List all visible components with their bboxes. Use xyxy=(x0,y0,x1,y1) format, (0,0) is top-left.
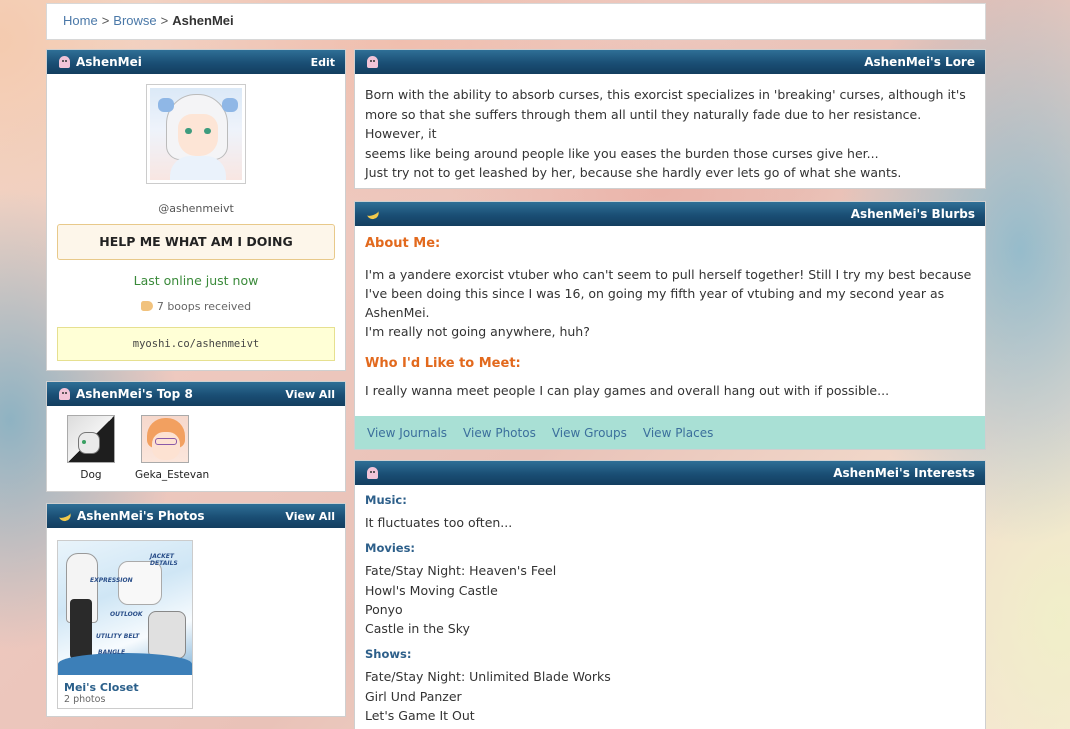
friend-item[interactable]: Dog xyxy=(61,415,121,481)
friend-name: Dog xyxy=(80,469,102,481)
interests-body: Music: It fluctuates too often... Movies… xyxy=(355,485,985,725)
ghost-icon xyxy=(59,388,70,400)
album-count: 2 photos xyxy=(64,694,106,705)
interests-header: AshenMei's Interests xyxy=(355,461,985,485)
profile-card: AshenMei Edit @ashenmeivt HELP ME WHAT A… xyxy=(46,49,346,371)
photo-album[interactable]: JACKET DETAILS EXPRESSION OUTLOOK UTILIT… xyxy=(57,540,193,709)
about-me-text: I'm a yandere exorcist vtuber who can't … xyxy=(365,267,972,339)
breadcrumb-separator: > xyxy=(101,13,110,28)
friend-item[interactable]: Geka_Estevan xyxy=(135,415,210,481)
interests-title: AshenMei's Interests xyxy=(833,466,975,480)
last-online-status: Last online just now xyxy=(133,273,259,288)
breadcrumb-browse-link[interactable]: Browse xyxy=(113,13,156,28)
profile-links-bar: View Journals View Photos View Groups Vi… xyxy=(355,416,985,449)
lore-panel: AshenMei's Lore Born with the ability to… xyxy=(354,49,986,189)
lore-header: AshenMei's Lore xyxy=(355,50,985,74)
top8-title: AshenMei's Top 8 xyxy=(76,387,193,401)
avatar-image xyxy=(150,88,242,180)
photos-view-all-link[interactable]: View All xyxy=(285,510,335,523)
friends-list: Dog Geka_Estevan xyxy=(47,406,345,481)
album-name: Mei's Closet xyxy=(64,681,139,694)
profile-title: AshenMei xyxy=(76,55,142,69)
profile-url[interactable]: myoshi.co/ashenmeivt xyxy=(57,327,335,361)
view-journals-link[interactable]: View Journals xyxy=(367,426,447,440)
friend-avatar xyxy=(67,415,115,463)
breadcrumb: Home > Browse > AshenMei xyxy=(46,3,986,40)
blurbs-panel: AshenMei's Blurbs About Me: I'm a yander… xyxy=(354,201,986,450)
boops-text: 7 boops received xyxy=(156,300,252,313)
shows-list: Fate/Stay Night: Unlimited Blade Works G… xyxy=(365,669,611,724)
music-list: It fluctuates too often... xyxy=(365,515,513,530)
blurbs-body: About Me: I'm a yandere exorcist vtuber … xyxy=(355,236,985,400)
view-groups-link[interactable]: View Groups xyxy=(552,426,627,440)
lore-text: Born with the ability to absorb curses, … xyxy=(365,87,966,180)
banana-icon xyxy=(365,207,381,221)
banana-icon xyxy=(57,509,73,523)
who-to-meet-text: I really wanna meet people I can play ga… xyxy=(365,383,890,398)
blurbs-header: AshenMei's Blurbs xyxy=(355,202,985,226)
about-me-heading: About Me: xyxy=(365,236,441,251)
friend-avatar xyxy=(141,415,189,463)
friend-name: Geka_Estevan xyxy=(135,469,210,481)
edit-profile-button[interactable]: Edit xyxy=(311,56,335,69)
top8-panel: AshenMei's Top 8 View All Dog Geka_Estev… xyxy=(46,381,346,492)
boops-counter[interactable]: 7 boops received xyxy=(47,300,345,313)
top8-view-all-link[interactable]: View All xyxy=(285,388,335,401)
ghost-icon xyxy=(367,56,378,68)
who-to-meet-heading: Who I'd Like to Meet: xyxy=(365,356,521,371)
pointing-hand-icon xyxy=(140,301,153,311)
shows-label: Shows: xyxy=(365,647,412,662)
music-label: Music: xyxy=(365,493,407,507)
profile-handle: @ashenmeivt xyxy=(158,202,234,215)
profile-card-header: AshenMei Edit xyxy=(47,50,345,74)
photos-title: AshenMei's Photos xyxy=(77,509,205,523)
view-places-link[interactable]: View Places xyxy=(643,426,713,440)
lore-title: AshenMei's Lore xyxy=(864,55,975,69)
photos-header: AshenMei's Photos View All xyxy=(47,504,345,528)
movies-list: Fate/Stay Night: Heaven's Feel Howl's Mo… xyxy=(365,563,557,637)
breadcrumb-current: AshenMei xyxy=(172,13,234,28)
blurbs-title: AshenMei's Blurbs xyxy=(850,207,975,221)
status-message: HELP ME WHAT AM I DOING xyxy=(57,224,335,260)
view-photos-link[interactable]: View Photos xyxy=(463,426,536,440)
breadcrumb-separator: > xyxy=(160,13,169,28)
top8-header: AshenMei's Top 8 View All xyxy=(47,382,345,406)
interests-panel: AshenMei's Interests Music: It fluctuate… xyxy=(354,460,986,729)
movies-label: Movies: xyxy=(365,541,416,556)
album-thumbnail: JACKET DETAILS EXPRESSION OUTLOOK UTILIT… xyxy=(58,541,192,675)
breadcrumb-home-link[interactable]: Home xyxy=(63,13,98,28)
ghost-icon xyxy=(59,56,70,68)
photos-panel: AshenMei's Photos View All JACKET DETAIL… xyxy=(46,503,346,717)
avatar[interactable] xyxy=(146,84,246,184)
ghost-icon xyxy=(367,467,378,479)
